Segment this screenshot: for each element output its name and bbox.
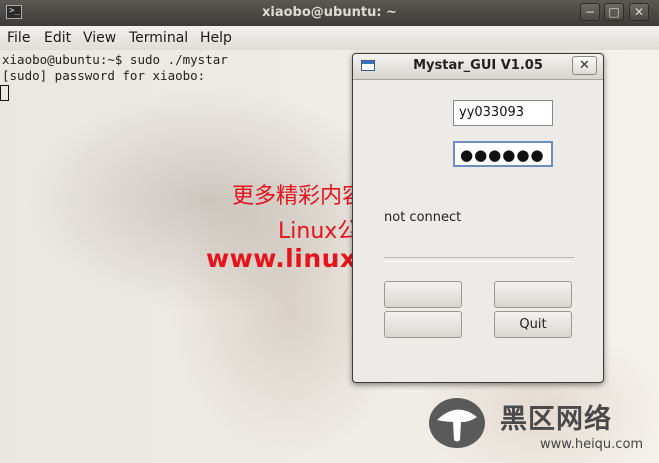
terminal-titlebar: >_ xiaobo@ubuntu: ~ − □ ✕	[0, 0, 659, 26]
dialog-close-button[interactable]: ✕	[572, 56, 597, 75]
menubar: File Edit View Terminal Help	[0, 26, 659, 51]
logo-url: www.heiqu.com	[540, 437, 644, 452]
menu-help[interactable]: Help	[200, 30, 232, 46]
terminal-cursor	[0, 85, 9, 101]
quit-button[interactable]: Quit	[494, 311, 572, 338]
connection-status: not connect	[384, 210, 462, 225]
action-button-3[interactable]	[384, 311, 462, 338]
minimize-icon[interactable]: −	[580, 3, 600, 21]
mushroom-logo-icon	[429, 398, 485, 448]
menu-edit[interactable]: Edit	[44, 30, 71, 46]
logo-name: 黑区网络	[500, 404, 612, 435]
action-button-2[interactable]	[494, 281, 572, 308]
maximize-icon[interactable]: □	[604, 3, 624, 21]
separator	[384, 257, 574, 262]
terminal-line: [sudo] password for xiaobo:	[2, 68, 206, 83]
close-window-icon[interactable]: ✕	[629, 3, 649, 21]
dialog-title: Mystar_GUI V1.05	[413, 58, 543, 73]
terminal-line: xiaobo@ubuntu:~$ sudo ./mystar	[2, 52, 228, 67]
menu-terminal[interactable]: Terminal	[129, 30, 188, 46]
menu-file[interactable]: File	[7, 30, 30, 46]
terminal-title: xiaobo@ubuntu: ~	[262, 5, 397, 20]
username-field[interactable]: yy033093	[453, 100, 553, 126]
action-button-1[interactable]	[384, 281, 462, 308]
password-field[interactable]: ●●●●●●	[453, 141, 553, 167]
mystar-dialog: Mystar_GUI V1.05 ✕ yy033093 ●●●●●● not c…	[352, 53, 604, 383]
menu-view[interactable]: View	[83, 30, 116, 46]
dialog-titlebar[interactable]: Mystar_GUI V1.05 ✕	[353, 54, 603, 80]
